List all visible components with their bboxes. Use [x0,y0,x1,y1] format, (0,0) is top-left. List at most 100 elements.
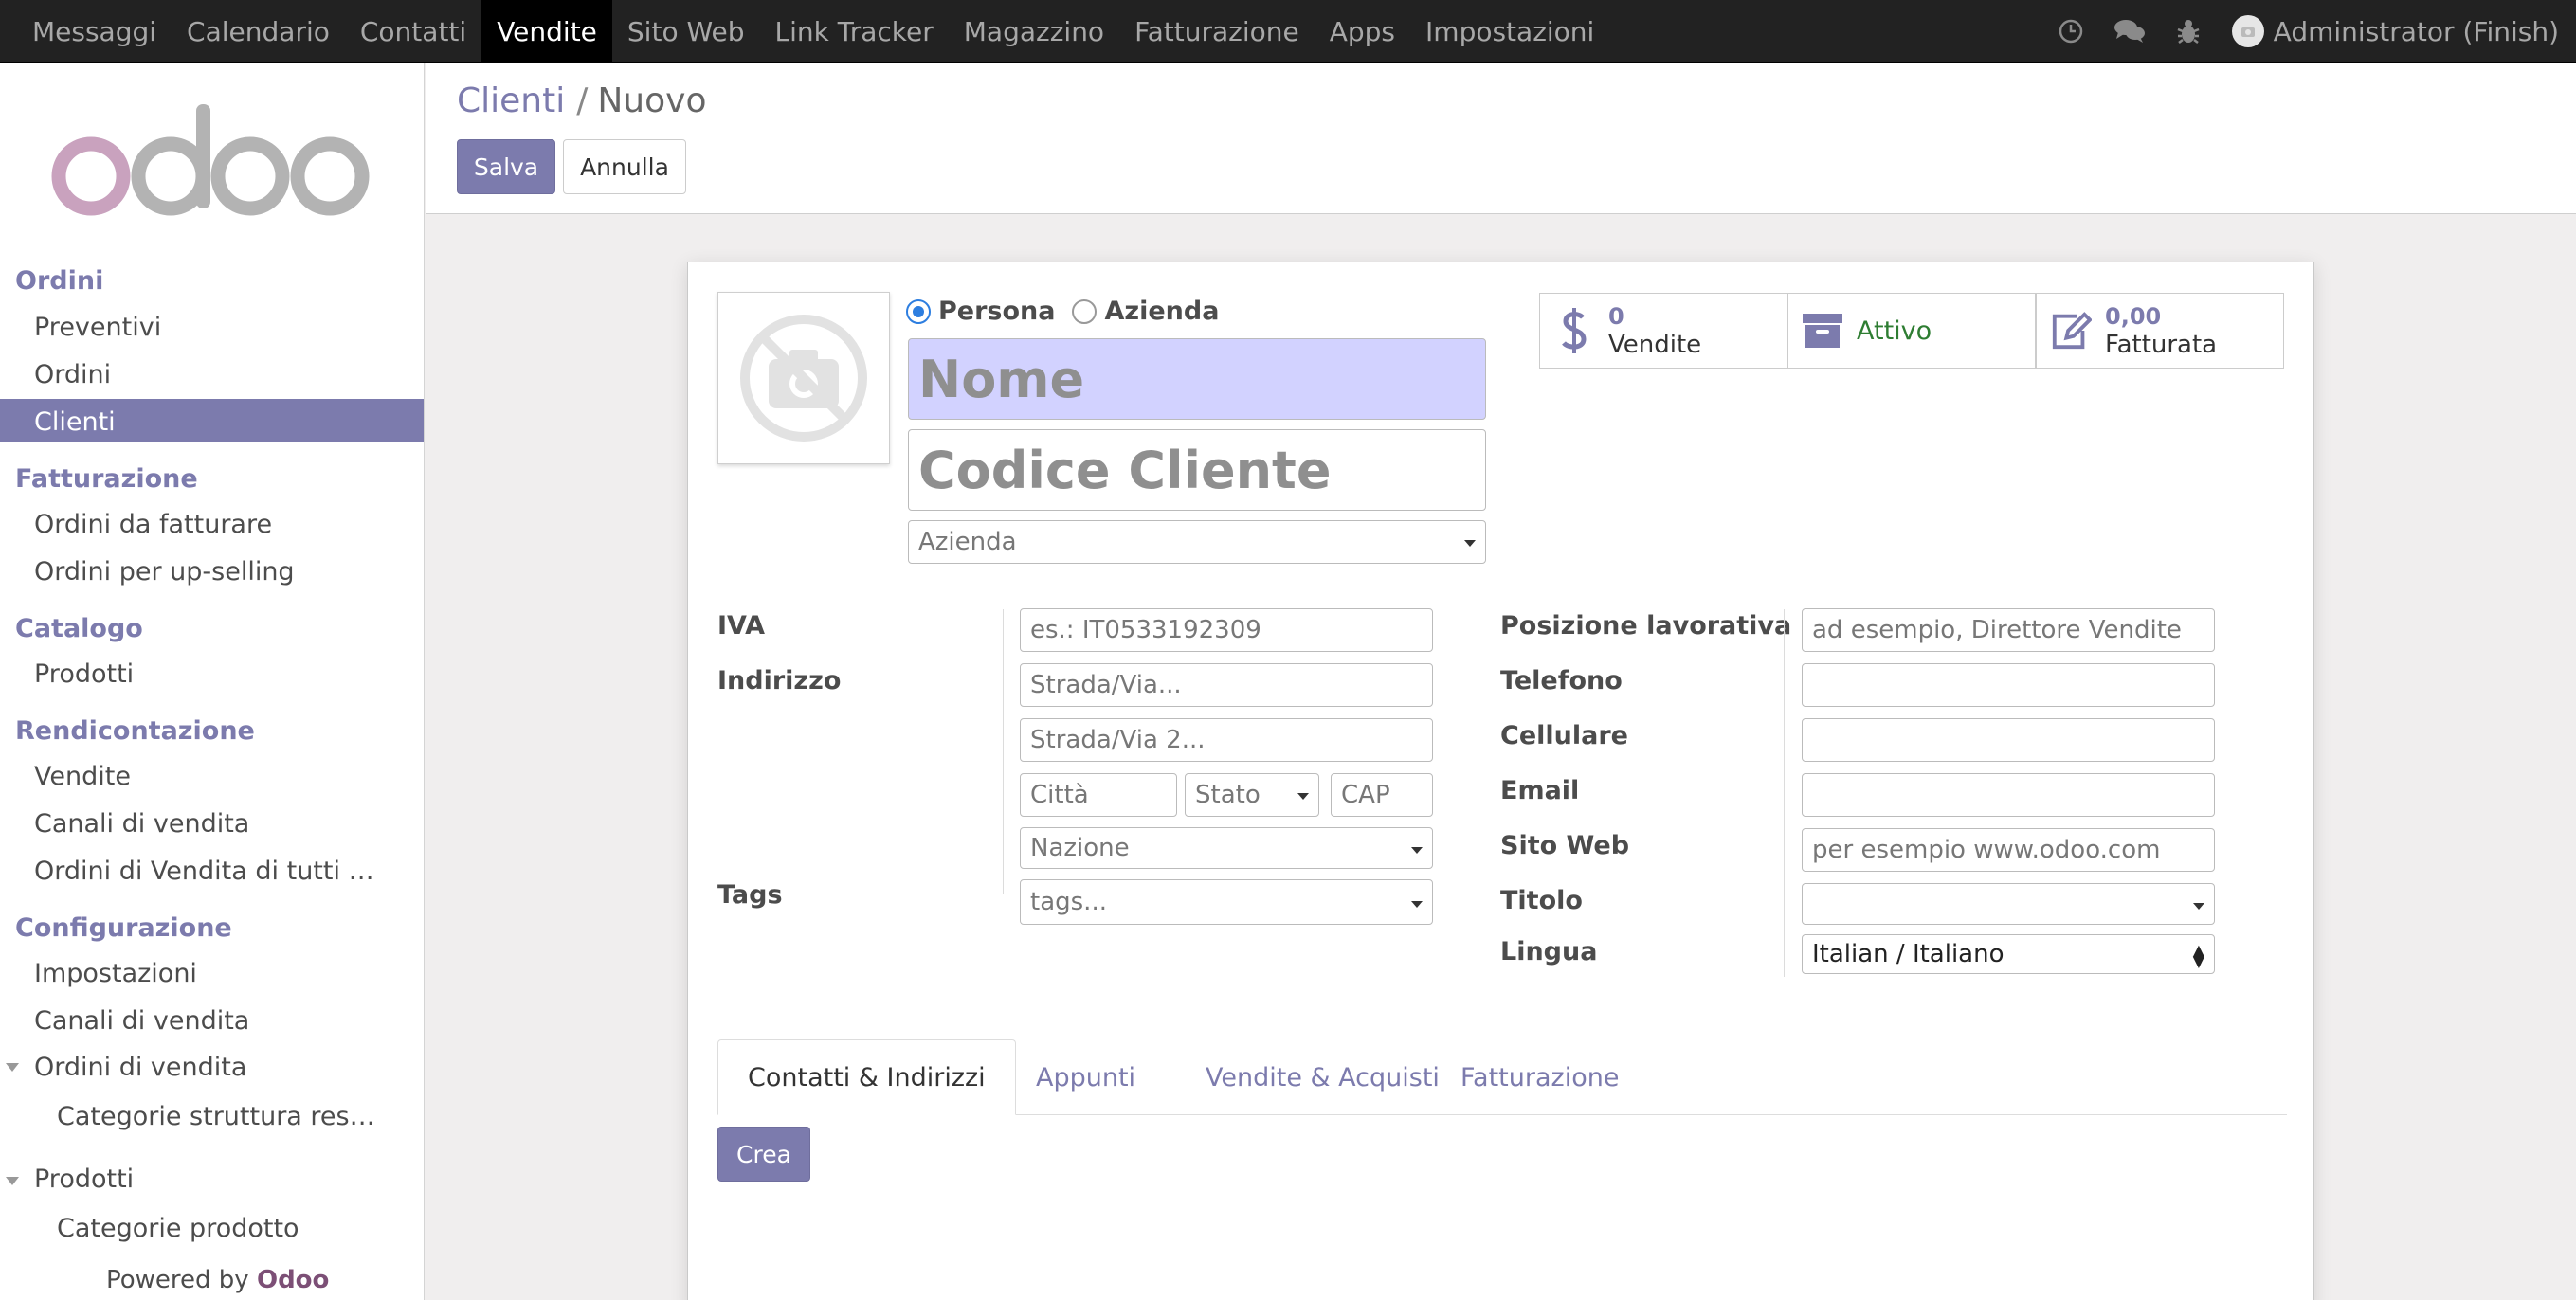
chat-icon[interactable] [2111,12,2149,50]
sidebar-item-categorie-struttura[interactable]: Categorie struttura res… [57,1102,375,1131]
company-type-selector: Persona Azienda [906,297,1219,326]
sidebar-item-ordini-tutti[interactable]: Ordini di Vendita di tutti … [34,857,374,886]
chevron-down-icon [1411,901,1423,908]
sidebar-item-categorie-prodotto[interactable]: Categorie prodotto [57,1214,299,1243]
radio-azienda-label[interactable]: Azienda [1104,297,1219,326]
menu-impostazioni[interactable]: Impostazioni [1410,0,1609,63]
avatar-upload[interactable] [717,292,890,464]
save-button[interactable]: Salva [457,139,555,194]
mobile-input[interactable] [1802,718,2215,762]
powered-by-text: Powered by [106,1266,249,1294]
sidebar-item-report-vendite[interactable]: Vendite [34,762,131,791]
radio-persona[interactable] [906,298,931,324]
label-sito-web: Sito Web [1500,831,1630,860]
caret-down-icon[interactable] [6,1177,19,1185]
company-select[interactable]: Azienda [908,520,1486,564]
phone-input[interactable] [1802,663,2215,707]
user-menu[interactable]: Administrator (Finish) [2231,15,2559,47]
section-catalogo: Catalogo [15,614,143,643]
name-input[interactable]: Nome [908,338,1486,420]
tags-input[interactable]: tags... [1020,879,1433,925]
sidebar-item-prodotti[interactable]: Prodotti [34,659,134,689]
smart-button-fatturata[interactable]: 0,00 Fatturata [2036,293,2284,369]
smart-vendite-label: Vendite [1608,331,1702,359]
label-email: Email [1500,776,1580,805]
city-input[interactable]: Città [1020,773,1177,817]
tab-appunti[interactable]: Appunti [1007,1039,1165,1115]
clock-icon[interactable] [2052,12,2090,50]
sidebar-item-clienti[interactable]: Clienti [34,407,116,437]
smart-button-vendite[interactable]: 0 Vendite [1539,293,1787,369]
control-panel: Clienti / Nuovo Salva Annulla [426,63,2576,214]
customer-code-input[interactable]: Codice Cliente [908,429,1486,511]
breadcrumb-clienti[interactable]: Clienti [457,81,565,120]
sidebar-item-report-canali[interactable]: Canali di vendita [34,809,249,839]
email-input[interactable] [1802,773,2215,817]
breadcrumb: Clienti / Nuovo [457,81,706,120]
sidebar-item-config-prodotti[interactable]: Prodotti [34,1165,134,1194]
right-group-divider [1784,609,1785,977]
edit-icon [2050,310,2092,352]
menu-link-tracker[interactable]: Link Tracker [760,0,949,63]
language-select[interactable]: Italian / Italiano ▲ ▼ [1802,934,2215,974]
chevron-down-icon [2193,903,2204,910]
country-select-placeholder: Nazione [1030,834,1130,862]
menu-sito-web[interactable]: Sito Web [612,0,760,63]
top-navbar: Messaggi Calendario Contatti Vendite Sit… [0,0,2576,63]
discard-button[interactable]: Annulla [563,139,686,194]
menu-apps[interactable]: Apps [1315,0,1410,63]
powered-by-brand[interactable]: Odoo [257,1266,329,1294]
sidebar-item-ordini-di-vendita[interactable]: Ordini di vendita [34,1053,246,1082]
label-titolo: Titolo [1500,886,1583,915]
zip-input[interactable]: CAP [1331,773,1433,817]
sidebar-item-config-canali[interactable]: Canali di vendita [34,1006,249,1036]
caret-down-icon[interactable] [6,1063,19,1072]
title-select[interactable] [1802,883,2215,925]
section-ordini: Ordini [15,266,104,296]
menu-magazzino[interactable]: Magazzino [949,0,1119,63]
smart-button-attivo[interactable]: Attivo [1787,293,2036,369]
tab-vendite-acquisti[interactable]: Vendite & Acquisti [1176,1039,1469,1115]
website-input[interactable]: per esempio www.odoo.com [1802,828,2215,872]
sidebar-item-impostazioni[interactable]: Impostazioni [34,959,197,988]
smart-attivo-label: Attivo [1857,316,1932,346]
menu-fatturazione[interactable]: Fatturazione [1119,0,1315,63]
sidebar-item-ordini-up-selling[interactable]: Ordini per up-selling [34,557,295,587]
archive-icon [1802,312,1843,350]
function-input[interactable]: ad esempio, Direttore Vendite [1802,608,2215,652]
street2-input[interactable]: Strada/Via 2... [1020,718,1433,762]
sidebar: Ordini Preventivi Ordini Clienti Fattura… [0,63,425,1300]
user-name: Administrator (Finish) [2273,15,2559,47]
chevron-down-icon [1297,793,1309,800]
bug-icon[interactable] [2169,12,2207,50]
left-group-divider [1003,609,1004,894]
menu-vendite[interactable]: Vendite [481,0,612,63]
state-select[interactable]: Stato [1185,773,1319,817]
sidebar-item-ordini[interactable]: Ordini [34,360,111,389]
section-rendicontazione: Rendicontazione [15,716,255,746]
country-select[interactable]: Nazione [1020,827,1433,869]
create-contact-button[interactable]: Crea [717,1127,810,1182]
chevron-down-icon [1464,540,1476,547]
label-indirizzo: Indirizzo [717,666,842,695]
street-input[interactable]: Strada/Via... [1020,663,1433,707]
section-fatturazione: Fatturazione [15,464,198,494]
odoo-logo[interactable] [51,104,370,231]
menu-messaggi[interactable]: Messaggi [17,0,172,63]
label-iva: IVA [717,611,766,641]
dollar-icon [1553,306,1595,355]
sidebar-item-ordini-da-fatturare[interactable]: Ordini da fatturare [34,510,272,539]
label-lingua: Lingua [1500,937,1598,966]
tab-fatturazione[interactable]: Fatturazione [1431,1039,1648,1115]
menu-contatti[interactable]: Contatti [345,0,481,63]
radio-azienda[interactable] [1072,298,1098,324]
vat-input[interactable]: es.: IT0533192309 [1020,608,1433,652]
label-posizione: Posizione lavorativa [1500,611,1792,641]
company-select-placeholder: Azienda [918,528,1017,556]
label-cellulare: Cellulare [1500,721,1628,750]
tab-contatti-indirizzi[interactable]: Contatti & Indirizzi [717,1039,1016,1115]
radio-persona-label[interactable]: Persona [938,297,1055,326]
sidebar-item-preventivi[interactable]: Preventivi [34,313,161,342]
smart-vendite-value: 0 [1608,303,1624,330]
menu-calendario[interactable]: Calendario [172,0,345,63]
